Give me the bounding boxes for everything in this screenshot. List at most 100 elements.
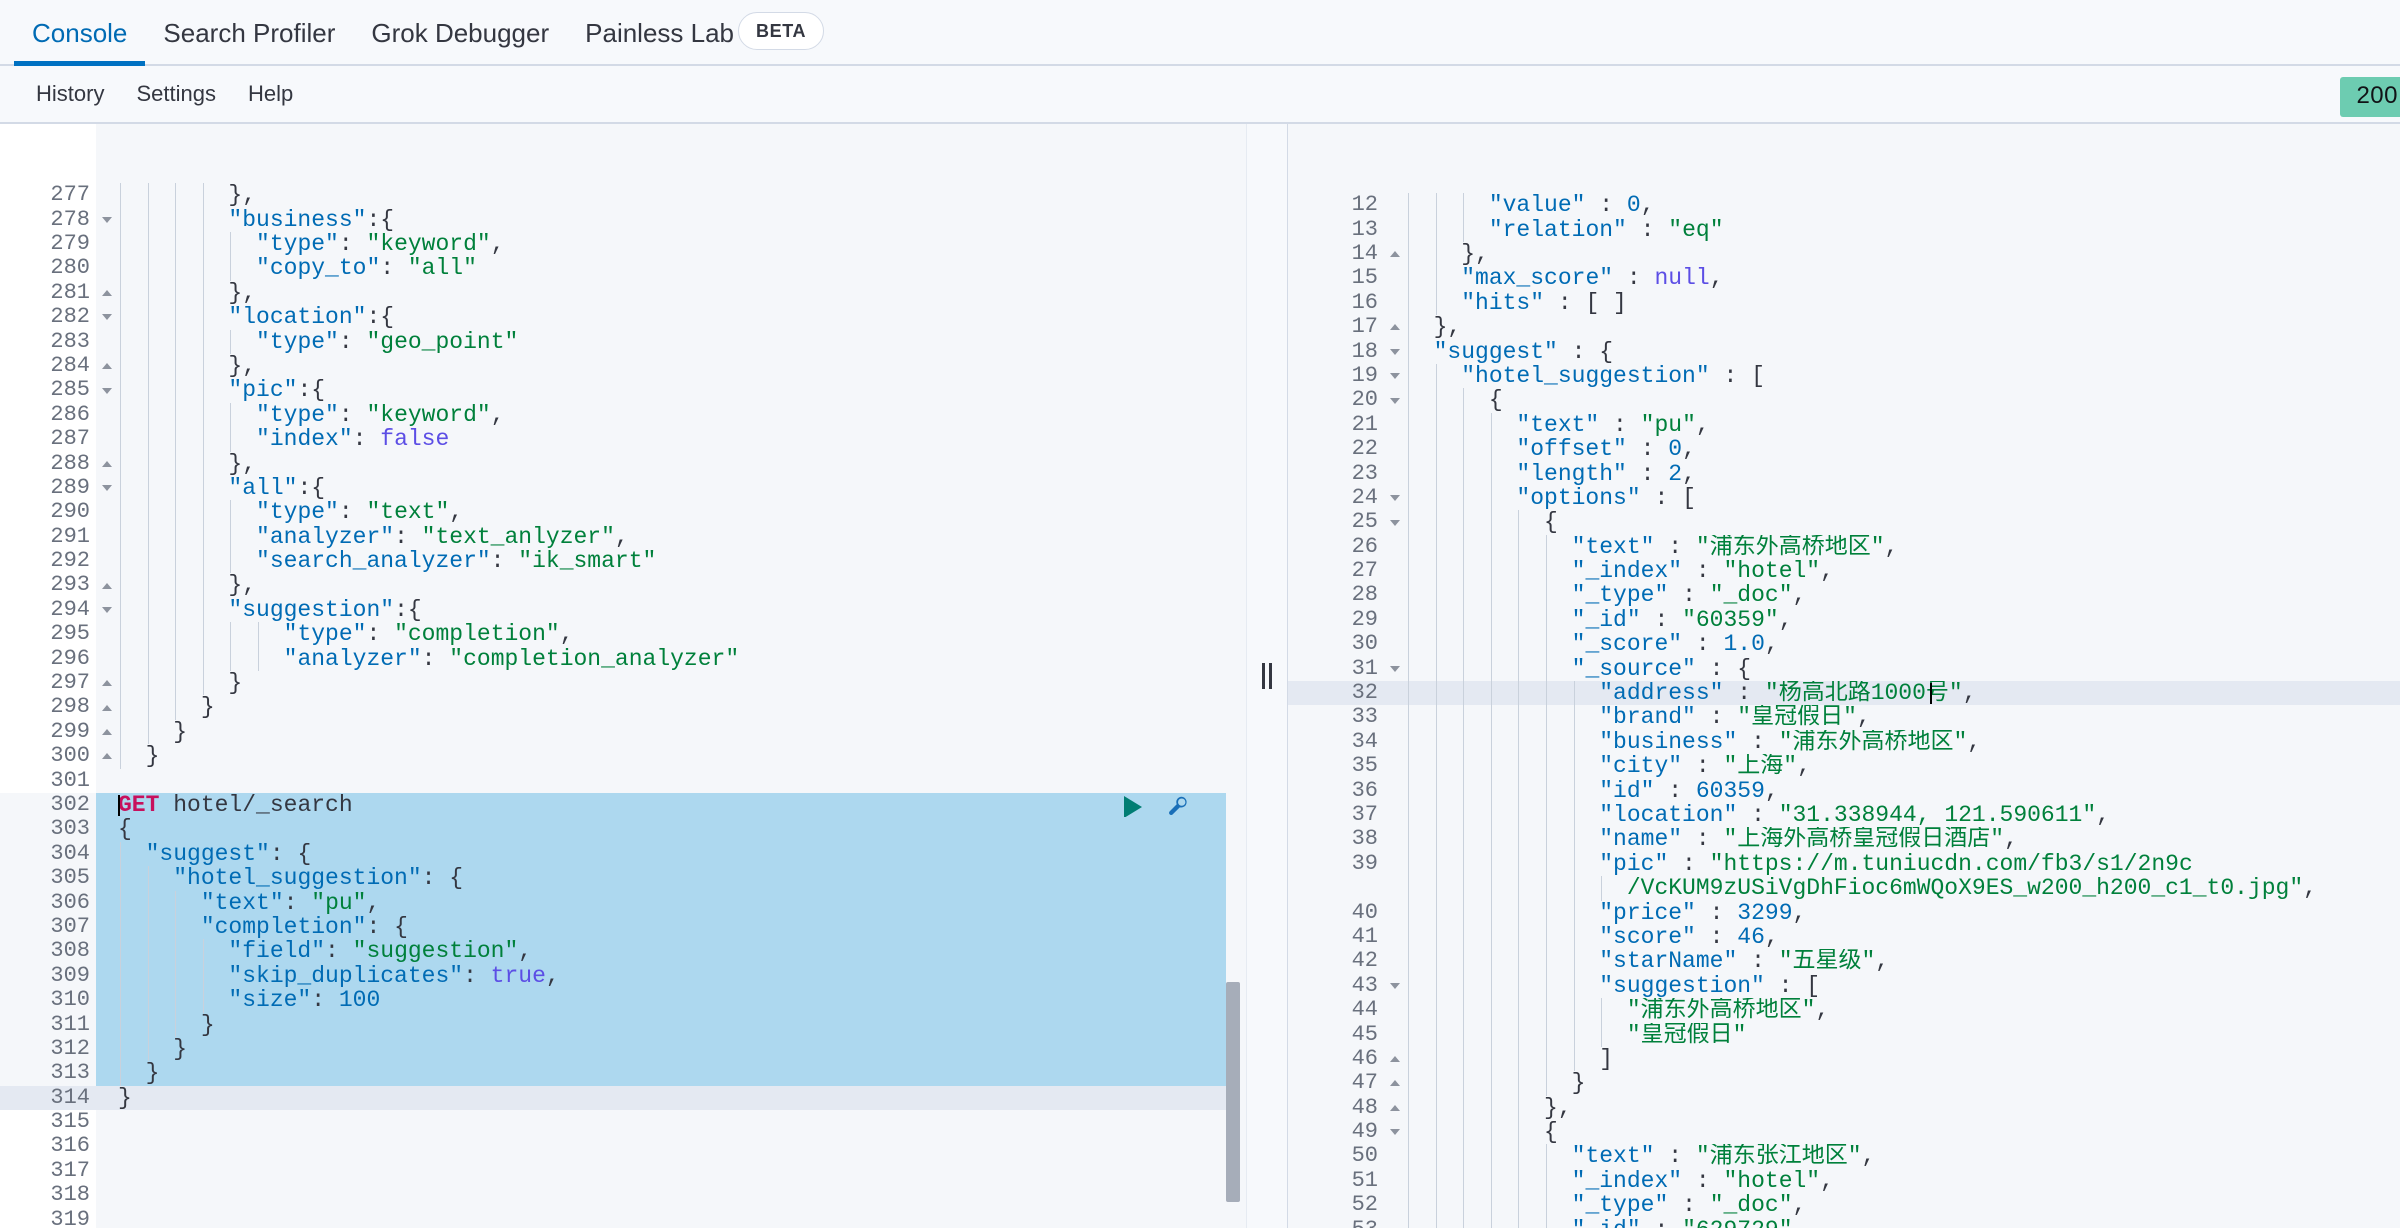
code-line[interactable]: 24 "options" : [ <box>1288 485 2400 511</box>
code-text[interactable]: "business":{ <box>96 207 1246 232</box>
code-text[interactable]: "type": "keyword", <box>96 402 1246 428</box>
code-line[interactable]: 38 "name" : "上海外高桥皇冠假日酒店", <box>1288 826 2400 852</box>
code-line[interactable]: 284 }, <box>0 353 1246 379</box>
code-line[interactable]: 27 "_index" : "hotel", <box>1288 558 2400 584</box>
pane-resize-handle[interactable] <box>1246 124 1288 1228</box>
code-line[interactable]: 281 }, <box>0 280 1246 306</box>
code-text[interactable]: "_id" : "60359", <box>1384 607 2400 633</box>
code-text[interactable]: "type": "text", <box>96 500 1246 525</box>
code-line[interactable]: 36 "id" : 60359, <box>1288 778 2400 803</box>
code-line[interactable]: 319 <box>0 1207 1246 1228</box>
code-text[interactable]: } <box>96 1085 1226 1111</box>
code-line[interactable]: 295 "type": "completion", <box>0 621 1246 647</box>
code-text[interactable]: "suggestion":{ <box>96 597 1246 623</box>
code-text[interactable] <box>96 1110 1246 1134</box>
code-text[interactable]: "hotel_suggestion": { <box>96 866 1226 891</box>
code-line[interactable]: 286 "type": "keyword", <box>0 402 1246 428</box>
code-line[interactable]: 314} <box>0 1085 1246 1111</box>
request-editor-rows[interactable]: 277 }, 278 "business":{279 "type": "keywo… <box>0 182 1246 1228</box>
code-text[interactable]: "suggest" : { <box>1384 339 2400 364</box>
code-text[interactable]: "hits" : [ ] <box>1384 290 2400 316</box>
code-line[interactable]: 23 "length" : 2, <box>1288 461 2400 486</box>
tab-painless-lab[interactable]: Painless Lab BETA <box>567 0 842 66</box>
code-text[interactable]: "location" : "31.338944, 121.590611", <box>1384 802 2400 828</box>
code-line[interactable]: 300 } <box>0 743 1246 769</box>
code-text[interactable]: } <box>96 695 1246 720</box>
code-text[interactable]: "_type" : "_doc", <box>1384 1193 2400 1218</box>
code-line[interactable]: 289 "all":{ <box>0 475 1246 501</box>
code-line[interactable]: 315 <box>0 1109 1246 1134</box>
code-text[interactable]: "address" : "杨高北路1000号", <box>1384 681 2400 706</box>
code-text[interactable] <box>96 1159 1246 1183</box>
code-line[interactable]: 50 "text" : "浦东张江地区", <box>1288 1144 2400 1169</box>
code-line[interactable]: 22 "offset" : 0, <box>1288 436 2400 462</box>
code-text[interactable]: "size": 100 <box>96 988 1226 1013</box>
code-text[interactable]: "suggestion" : [ <box>1384 973 2400 999</box>
code-line[interactable]: 51 "_index" : "hotel", <box>1288 1168 2400 1194</box>
code-line[interactable]: 280 "copy_to": "all" <box>0 255 1246 281</box>
code-text[interactable]: GET hotel/_search <box>96 792 1226 818</box>
code-line[interactable]: 39 "pic" : "https://m.tuniucdn.com/fb3/s… <box>1288 851 2400 877</box>
code-text[interactable]: } <box>96 1036 1226 1062</box>
code-text[interactable]: "city" : "上海", <box>1384 754 2400 779</box>
code-text[interactable]: }, <box>96 280 1246 306</box>
code-text[interactable]: "brand" : "皇冠假日", <box>1384 705 2400 730</box>
code-text[interactable]: "type": "geo_point" <box>96 329 1246 354</box>
code-text[interactable]: "type": "completion", <box>96 622 1246 647</box>
code-line[interactable]: 37 "location" : "31.338944, 121.590611", <box>1288 802 2400 828</box>
code-line[interactable]: 290 "type": "text", <box>0 499 1246 525</box>
code-line[interactable]: 18 "suggest" : { <box>1288 339 2400 364</box>
code-text[interactable]: } <box>96 1061 1226 1086</box>
code-text[interactable]: { <box>1384 1120 2400 1145</box>
code-text[interactable]: { <box>1384 388 2400 413</box>
code-line[interactable]: 317 <box>0 1158 1246 1183</box>
code-line[interactable]: 35 "city" : "上海", <box>1288 753 2400 779</box>
request-editor-pane[interactable]: 277 }, 278 "business":{279 "type": "keywo… <box>0 124 1246 1228</box>
code-line[interactable]: 42 "starName" : "五星级", <box>1288 948 2400 974</box>
code-text[interactable]: "skip_duplicates": true, <box>96 963 1226 989</box>
code-text[interactable]: "_id" : "629729", <box>1384 1217 2400 1228</box>
code-line[interactable]: 285 "pic":{ <box>0 377 1246 403</box>
code-text[interactable]: "field": "suggestion", <box>96 939 1226 964</box>
code-text[interactable]: "hotel_suggestion" : [ <box>1384 363 2400 389</box>
code-line[interactable]: 278 "business":{ <box>0 207 1246 232</box>
sub-nav-item-history[interactable]: History <box>20 81 120 107</box>
code-line[interactable]: 32 "address" : "杨高北路1000号", <box>1288 680 2400 706</box>
tab-console[interactable]: Console <box>14 0 146 66</box>
code-line[interactable]: 17 }, <box>1288 314 2400 340</box>
code-text[interactable]: "id" : 60359, <box>1384 778 2400 803</box>
code-line[interactable]: 299 } <box>0 719 1246 745</box>
code-line[interactable]: 302 GET hotel/_search <box>0 792 1246 818</box>
sub-nav-item-help[interactable]: Help <box>232 81 309 107</box>
code-text[interactable]: "copy_to": "all" <box>96 256 1246 281</box>
code-line[interactable]: 291 "analyzer": "text_anlyzer", <box>0 524 1246 550</box>
code-line[interactable]: 33 "brand" : "皇冠假日", <box>1288 705 2400 730</box>
code-text[interactable]: "search_analyzer": "ik_smart" <box>96 549 1246 574</box>
code-text[interactable]: }, <box>1384 1095 2400 1121</box>
code-line[interactable]: 48 }, <box>1288 1095 2400 1121</box>
code-text[interactable]: "all":{ <box>96 475 1246 501</box>
code-line[interactable]: 311 } <box>0 1012 1246 1037</box>
request-editor-scrollbar[interactable] <box>1226 982 1240 1202</box>
code-text[interactable]: "location":{ <box>96 305 1246 330</box>
code-line[interactable]: 49 { <box>1288 1119 2400 1145</box>
code-text[interactable]: "浦东外高桥地区", <box>1384 998 2400 1023</box>
code-text[interactable]: "pic" : "https://m.tuniucdn.com/fb3/s1/2… <box>1384 851 2400 877</box>
code-line[interactable]: 12 "value" : 0, <box>1288 192 2400 218</box>
code-text[interactable] <box>96 1208 1246 1228</box>
code-line[interactable]: 40 "price" : 3299, <box>1288 900 2400 925</box>
code-line[interactable]: 44 "浦东外高桥地区", <box>1288 997 2400 1023</box>
code-text[interactable] <box>96 1183 1246 1207</box>
code-text[interactable]: "index": false <box>96 427 1246 452</box>
tab-search-profiler[interactable]: Search Profiler <box>145 0 353 66</box>
code-text[interactable]: "pic":{ <box>96 378 1246 403</box>
response-pane[interactable]: 12 "value" : 0, 13 "relation" : "eq" 14 },… <box>1288 124 2400 1228</box>
code-line[interactable]: 29 "_id" : "60359", <box>1288 607 2400 633</box>
code-line[interactable]: 25 { <box>1288 509 2400 535</box>
code-line[interactable]: 14 }, <box>1288 241 2400 267</box>
code-line[interactable]: 30 "_score" : 1.0, <box>1288 631 2400 657</box>
code-text[interactable]: } <box>96 1012 1226 1037</box>
tab-grok-debugger[interactable]: Grok Debugger <box>353 0 567 66</box>
code-text[interactable] <box>96 769 1246 793</box>
code-line[interactable]: 293 }, <box>0 573 1246 598</box>
